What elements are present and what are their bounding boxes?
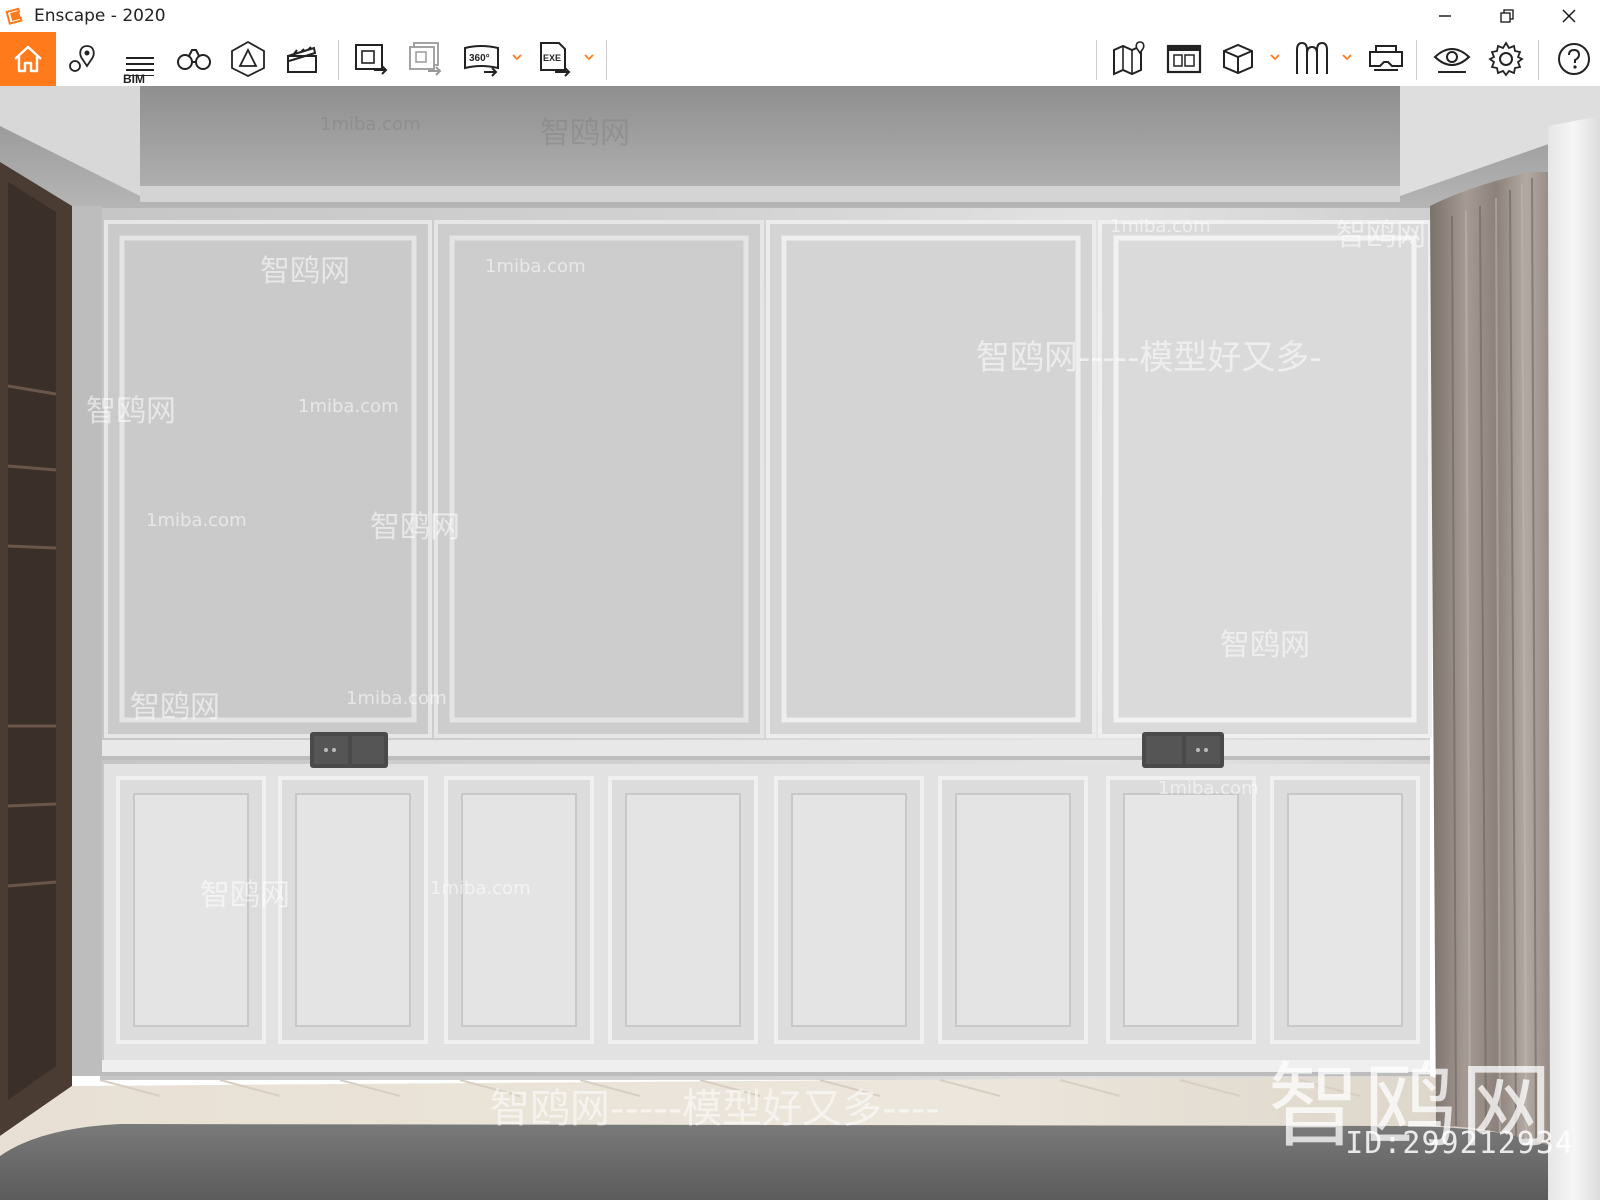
minimize-icon [1439, 15, 1451, 17]
perspective-icon [231, 40, 265, 78]
chevron-down-icon [512, 54, 522, 61]
toolbar: BIM 360° EXE [0, 32, 1600, 111]
batch-render-icon [409, 42, 442, 76]
svg-text:360°: 360° [469, 53, 490, 64]
watermark-id: ID:299212934 [1345, 1126, 1574, 1161]
map-icon [1113, 41, 1145, 76]
views-icon [1166, 44, 1202, 74]
title-bar: Enscape - 2020 [0, 0, 1600, 32]
export-exe-button[interactable]: EXE [530, 32, 582, 86]
export-exe-icon: EXE [540, 42, 571, 77]
bim-label: BIM [123, 72, 145, 86]
location-pins-button[interactable] [58, 32, 110, 86]
home-button[interactable] [0, 32, 56, 86]
export-dropdown[interactable] [582, 50, 596, 64]
cube-dropdown[interactable] [1268, 50, 1282, 64]
render-screenshot-button[interactable] [346, 32, 398, 86]
help-icon [1558, 43, 1590, 75]
toolbar-separator [606, 40, 607, 80]
chevron-down-icon [1270, 54, 1280, 61]
visual-settings-button[interactable] [1426, 32, 1478, 86]
wardrobe [0, 162, 102, 1136]
svg-text:EXE: EXE [543, 53, 561, 63]
map-button[interactable] [1104, 32, 1156, 86]
restore-button[interactable] [1476, 0, 1538, 32]
close-button[interactable] [1538, 0, 1600, 32]
render-screenshot-icon [355, 44, 388, 75]
render-viewport[interactable]: 1miba.com 智鸥网 智鸥网 1miba.com 1miba.com 智鸥… [0, 86, 1600, 1200]
vr-headset-icon [1369, 45, 1403, 71]
chevron-down-icon [1342, 54, 1352, 61]
settings-button[interactable] [1480, 32, 1532, 86]
asset-library-dropdown[interactable] [1340, 50, 1354, 64]
enscape-logo-icon [4, 5, 26, 27]
asset-library-icon [1296, 41, 1328, 74]
home-icon [14, 45, 42, 73]
vr-headset-button[interactable] [1360, 32, 1412, 86]
batch-render-button[interactable] [400, 32, 452, 86]
restore-icon [1500, 9, 1514, 23]
perspective-button[interactable] [222, 32, 274, 86]
wall-socket-right [1142, 732, 1224, 768]
views-button[interactable] [1158, 32, 1210, 86]
wall-socket-left [310, 732, 388, 768]
window-title: Enscape - 2020 [34, 6, 166, 26]
toolbar-separator [1096, 40, 1097, 80]
help-button[interactable] [1548, 32, 1600, 86]
toolbar-separator [1416, 40, 1417, 80]
settings-gear-icon [1488, 41, 1524, 77]
lower-wall-panels [104, 764, 1430, 1060]
location-pins-icon [69, 45, 95, 72]
toolbar-separator [338, 40, 339, 80]
panorama-dropdown[interactable] [510, 50, 524, 64]
panorama-360-icon: 360° [464, 45, 499, 77]
toolbar-separator [1538, 40, 1539, 80]
bim-icon [126, 57, 154, 76]
close-icon [1562, 9, 1576, 23]
asset-library-button[interactable] [1286, 32, 1338, 86]
cube-button[interactable] [1212, 32, 1264, 86]
cube-icon [1223, 43, 1253, 75]
video-editor-button[interactable] [276, 32, 328, 86]
visual-settings-icon [1433, 48, 1471, 73]
minimize-button[interactable] [1414, 0, 1476, 32]
panorama-button[interactable]: 360° [456, 32, 508, 86]
clapperboard-icon [287, 46, 317, 73]
chevron-down-icon [584, 54, 594, 61]
binoculars-icon [177, 49, 211, 70]
binoculars-button[interactable] [168, 32, 220, 86]
upper-wall-panels [104, 220, 1432, 738]
